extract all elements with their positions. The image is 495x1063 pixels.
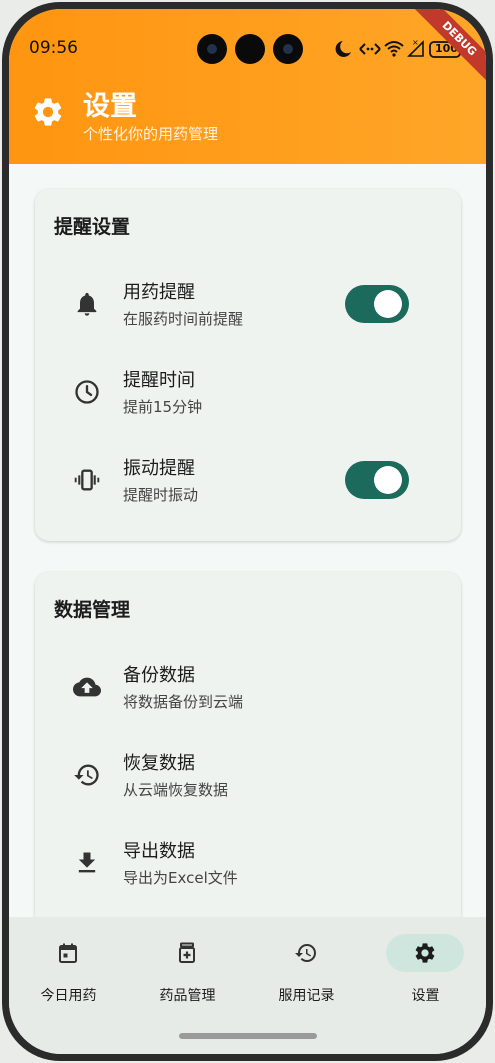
history-icon: [295, 944, 316, 962]
setting-row-restore[interactable]: 恢复数据 从云端恢复数据: [35, 735, 461, 815]
nav-label: 设置: [411, 988, 440, 1004]
setting-row-backup[interactable]: 备份数据 将数据备份到云端: [35, 647, 461, 727]
phone-frame: 09:56 × 100 DEBUG 设置 个性化你的用药管理 提醒设置 用药提醒…: [2, 2, 493, 1061]
bell-icon: [77, 292, 97, 316]
home-indicator[interactable]: [179, 1033, 317, 1039]
section-title: 数据管理: [54, 599, 131, 621]
setting-label: 提醒时间: [123, 370, 195, 391]
moon-icon: [335, 41, 351, 57]
setting-description: 提醒时振动: [123, 486, 199, 504]
medication-reminder-toggle[interactable]: [345, 285, 409, 323]
page-subtitle: 个性化你的用药管理: [83, 125, 219, 143]
vibration-toggle[interactable]: [345, 461, 409, 499]
vibration-icon: [74, 469, 100, 491]
setting-row-reminder-time[interactable]: 提醒时间 提前15分钟: [35, 352, 461, 432]
toggle-knob: [374, 290, 402, 318]
setting-label: 振动提醒: [123, 458, 195, 479]
camera-icon: [197, 34, 227, 64]
setting-label: 导出数据: [123, 841, 195, 862]
nav-item-today[interactable]: 今日用药: [9, 917, 128, 1007]
setting-row-export[interactable]: 导出数据 导出为Excel文件: [35, 823, 461, 903]
setting-description: 将数据备份到云端: [123, 693, 244, 711]
app-header: 09:56 × 100 DEBUG 设置 个性化你的用药管理: [9, 9, 486, 164]
svg-text:×: ×: [412, 39, 419, 47]
status-time: 09:56: [29, 38, 78, 58]
section-title: 提醒设置: [54, 216, 131, 238]
setting-row-medication-reminder[interactable]: 用药提醒 在服药时间前提醒: [35, 264, 461, 344]
toggle-knob: [374, 466, 402, 494]
history-icon: [74, 764, 99, 786]
medicine-icon: [179, 942, 195, 963]
setting-label: 备份数据: [123, 665, 195, 686]
download-icon: [78, 852, 96, 873]
setting-description: 导出为Excel文件: [123, 869, 238, 887]
setting-description: 从云端恢复数据: [123, 781, 229, 799]
nav-item-settings[interactable]: 设置: [366, 917, 485, 1007]
nav-label: 服用记录: [278, 988, 335, 1004]
nav-label: 药品管理: [159, 988, 216, 1004]
app-screen: 09:56 × 100 DEBUG 设置 个性化你的用药管理 提醒设置 用药提醒…: [9, 9, 486, 1054]
camera-icon: [235, 34, 265, 64]
setting-label: 用药提醒: [123, 282, 195, 303]
status-bar: 09:56 × 100: [9, 9, 486, 89]
page-title: 设置: [83, 91, 137, 122]
data-management-card: 数据管理 备份数据 将数据备份到云端 恢复数据 从云端恢复数据 导出数据 导出为…: [35, 572, 461, 932]
setting-label: 恢复数据: [123, 753, 195, 774]
setting-description: 在服药时间前提醒: [123, 310, 244, 328]
nav-item-records[interactable]: 服用记录: [247, 917, 366, 1007]
camera-icon: [273, 34, 303, 64]
calendar-icon: [59, 943, 77, 963]
gear-icon: [415, 943, 435, 963]
data-transfer-icon: [359, 43, 381, 55]
setting-row-vibration[interactable]: 振动提醒 提醒时振动: [35, 440, 461, 520]
nav-item-medicine[interactable]: 药品管理: [128, 917, 247, 1007]
clock-icon: [75, 380, 99, 404]
nav-label: 今日用药: [40, 988, 97, 1004]
gear-icon: [34, 98, 62, 126]
reminder-settings-card: 提醒设置 用药提醒 在服药时间前提醒 提醒时间 提前15分钟 振动提醒 提醒时振…: [35, 189, 461, 541]
cloud-upload-icon: [73, 677, 101, 697]
setting-description: 提前15分钟: [123, 398, 203, 416]
wifi-icon: [384, 41, 404, 53]
